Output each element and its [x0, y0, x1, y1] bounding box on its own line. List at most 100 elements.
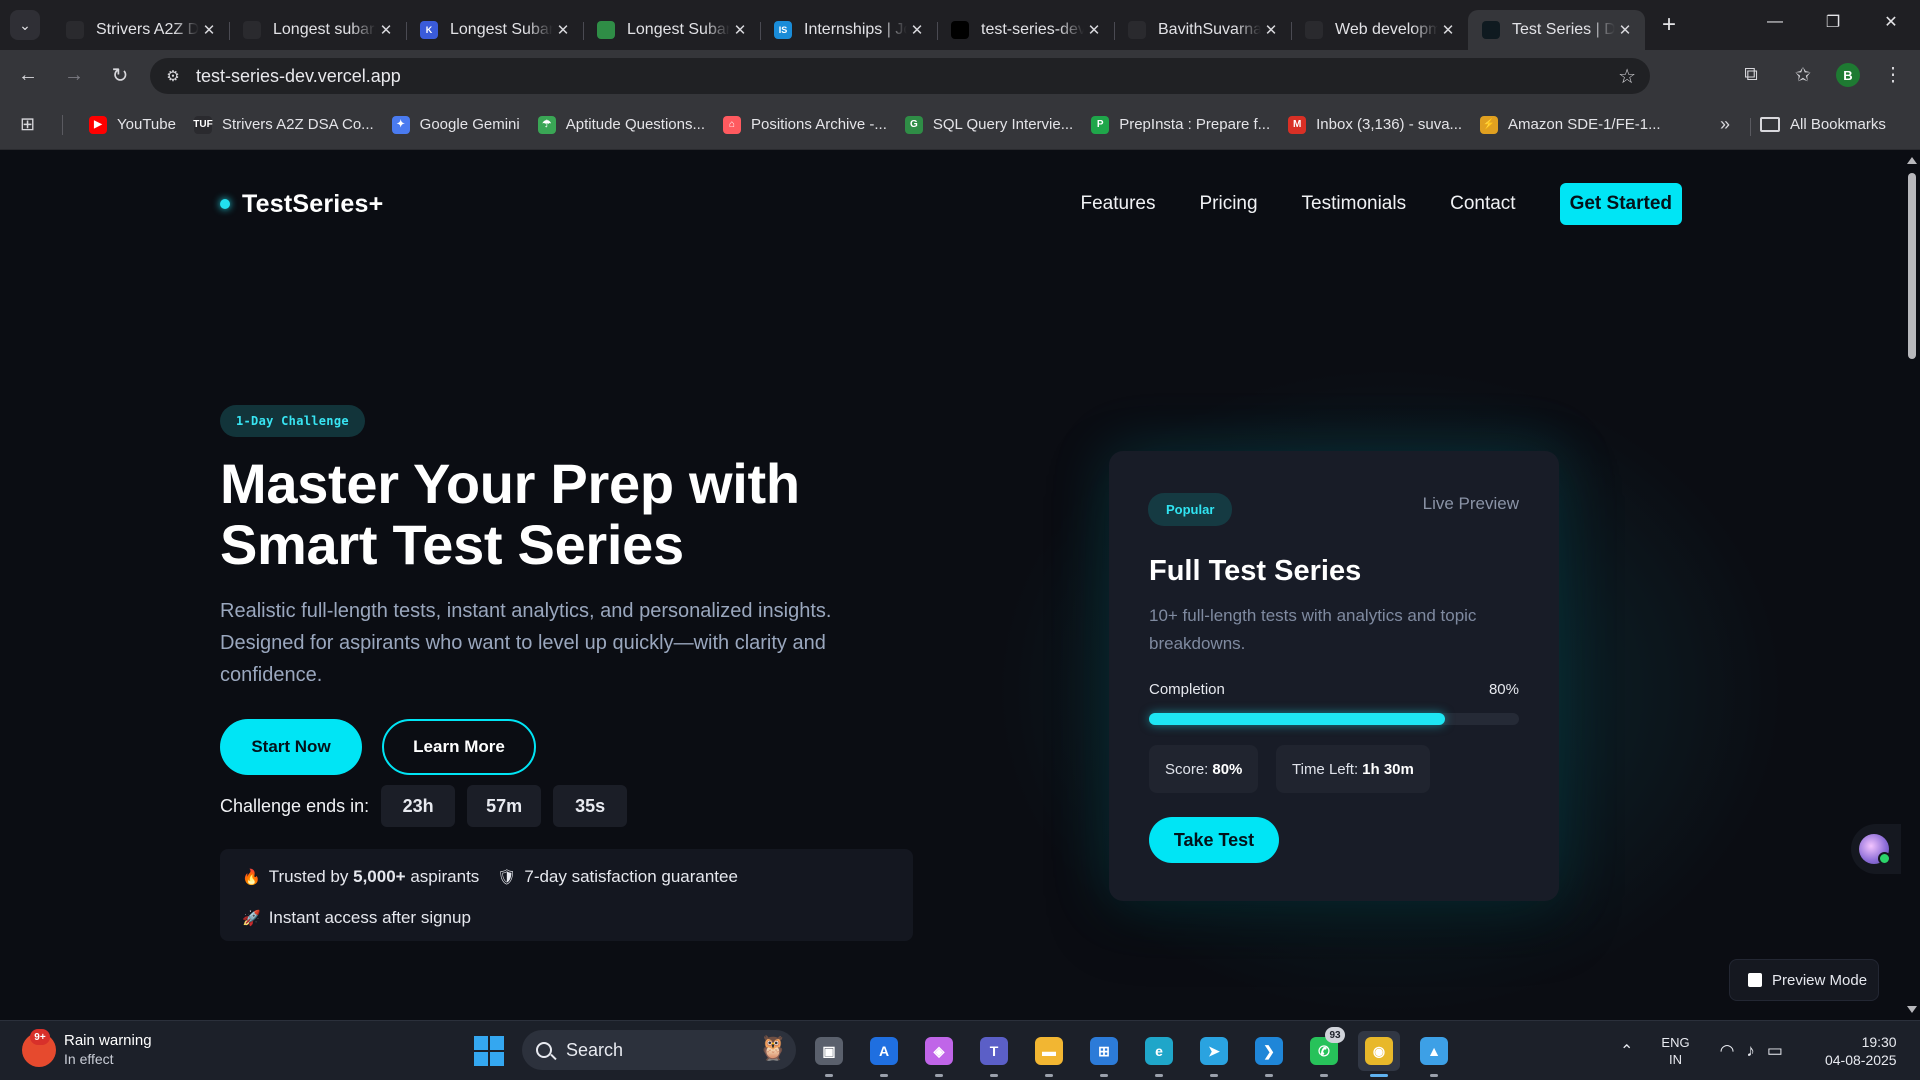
site-logo[interactable]: TestSeries+	[220, 190, 383, 219]
nav-link-contact[interactable]: Contact	[1450, 193, 1515, 215]
wifi-icon[interactable]: ◠	[1720, 1041, 1735, 1061]
minimize-button[interactable]: —	[1746, 0, 1804, 44]
taskbar-apps: ▣ A ◈ T ▬ ⊞ e ➤ ❯ ✆ 93 ◉ ▲	[808, 1027, 1468, 1077]
bookmark-item[interactable]: ⌂ Positions Archive -...	[722, 115, 887, 134]
chrome-taskbar-button[interactable]: ◉	[1358, 1031, 1400, 1077]
nav-link-testimonials[interactable]: Testimonials	[1302, 193, 1407, 215]
bookmark-item[interactable]: ⚡ Amazon SDE-1/FE-1...	[1480, 115, 1661, 134]
gfg-favicon-icon	[597, 21, 615, 39]
browser-tab[interactable]: test-series-dev ✕	[937, 10, 1114, 50]
restore-button[interactable]: ❐	[1804, 0, 1862, 44]
address-bar[interactable]: ⚙ test-series-dev.vercel.app ☆	[150, 58, 1650, 94]
language-indicator[interactable]: ENG IN	[1661, 1034, 1689, 1068]
nav-links: Features Pricing Testimonials Contact Ge…	[1036, 183, 1682, 225]
bookmark-item[interactable]: ▶ YouTube	[89, 115, 176, 134]
url-text[interactable]: test-series-dev.vercel.app	[196, 66, 401, 87]
learn-more-button[interactable]: Learn More	[382, 719, 536, 775]
copilot-taskbar-button[interactable]: ◈	[918, 1031, 960, 1077]
tab-search-button[interactable]: ⌄	[10, 10, 40, 40]
running-indicator	[1265, 1074, 1273, 1077]
tab-close-icon[interactable]: ✕	[199, 21, 219, 39]
bookmark-item[interactable]: G SQL Query Intervie...	[904, 115, 1073, 134]
bookmark-item[interactable]: P PrepInsta : Prepare f...	[1091, 115, 1270, 134]
tab-close-icon[interactable]: ✕	[1615, 21, 1635, 39]
windows-start-icon[interactable]	[474, 1036, 504, 1066]
chat-assistant-button[interactable]	[1851, 824, 1901, 874]
start-now-button[interactable]: Start Now	[220, 719, 362, 775]
chevron-up-icon[interactable]: ⌃	[1620, 1041, 1633, 1061]
browser-tab[interactable]: Strivers A2Z DSA✕	[52, 10, 229, 50]
tuf-favicon-icon	[243, 21, 261, 39]
preview-mode-checkbox[interactable]	[1748, 973, 1762, 987]
close-window-button[interactable]: ✕	[1862, 0, 1920, 44]
window-controls: — ❐ ✕	[1746, 0, 1920, 44]
browser-tab[interactable]: Web development✕	[1291, 10, 1468, 50]
forward-button[interactable]: →	[56, 57, 92, 93]
microsoft-store-taskbar-button[interactable]: ⊞	[1083, 1031, 1125, 1077]
browser-tab[interactable]: BavithSuvarna ✕	[1114, 10, 1291, 50]
tab-close-icon[interactable]: ✕	[907, 21, 927, 39]
new-tab-button[interactable]: +	[1653, 9, 1685, 41]
nav-link-features[interactable]: Features	[1080, 193, 1155, 215]
tab-close-icon[interactable]: ✕	[376, 21, 396, 39]
edge-taskbar-button[interactable]: e	[1138, 1031, 1180, 1077]
extensions-icon[interactable]: ⧉	[1732, 57, 1770, 93]
telegram-taskbar-button[interactable]: ➤	[1193, 1031, 1235, 1077]
bookmark-item[interactable]: ☂ Aptitude Questions...	[537, 115, 705, 134]
browser-tab[interactable]: Longest Subarray✕	[583, 10, 760, 50]
all-bookmarks-button[interactable]: All Bookmarks	[1750, 116, 1886, 136]
whatsapp-taskbar-button[interactable]: ✆ 93	[1303, 1027, 1345, 1077]
tab-close-icon[interactable]: ✕	[1084, 21, 1104, 39]
profile-avatar[interactable]: B	[1836, 63, 1860, 87]
apps-grid-icon[interactable]: ⊞	[20, 114, 48, 135]
more-bookmarks-icon[interactable]: »	[1720, 114, 1730, 135]
page-scrollbar[interactable]	[1904, 151, 1920, 1019]
prepinsta-icon: P	[1091, 115, 1110, 134]
task-view-taskbar-button[interactable]: ▣	[808, 1031, 850, 1077]
battery-icon[interactable]: ▭	[1767, 1041, 1783, 1061]
bookmark-item[interactable]: TUF Strivers A2Z DSA Co...	[193, 115, 374, 134]
teams-taskbar-button[interactable]: T	[973, 1031, 1015, 1077]
tab-close-icon[interactable]: ✕	[730, 21, 750, 39]
hero-description: Realistic full-length tests, instant ana…	[220, 600, 832, 686]
weather-widget[interactable]: 9+ Rain warning In effect	[22, 1029, 152, 1069]
tab-title: Internships | Jobs	[804, 21, 907, 38]
bookmark-star-icon[interactable]: ☆	[1618, 64, 1636, 89]
preview-mode-toggle[interactable]: Preview Mode	[1729, 959, 1879, 1001]
taskbar-search[interactable]: Search 🦉	[522, 1030, 796, 1070]
scroll-thumb[interactable]	[1908, 173, 1916, 359]
take-test-button[interactable]: Take Test	[1149, 817, 1279, 863]
scroll-up-arrow-icon[interactable]	[1907, 157, 1917, 164]
bookmark-label: YouTube	[117, 116, 176, 133]
countdown-seconds: 35s	[553, 785, 628, 827]
browser-tab[interactable]: K Longest Subarray✕	[406, 10, 583, 50]
bookmarks-panel-icon[interactable]: ✩	[1784, 57, 1822, 93]
volume-icon[interactable]: ♪	[1746, 1041, 1755, 1061]
bookmark-label: Inbox (3,136) - suva...	[1316, 116, 1463, 133]
browser-tab[interactable]: Test Series | Dev✕	[1468, 10, 1645, 50]
tab-close-icon[interactable]: ✕	[553, 21, 573, 39]
get-started-button[interactable]: Get Started	[1559, 183, 1682, 225]
bookmark-item[interactable]: M Inbox (3,136) - suva...	[1288, 115, 1463, 134]
browser-tab[interactable]: Longest subarray✕	[229, 10, 406, 50]
tray-icons: ◠ ♪ ▭	[1720, 1041, 1795, 1061]
scroll-down-arrow-icon[interactable]	[1907, 1006, 1917, 1013]
azure-taskbar-button[interactable]: A	[863, 1031, 905, 1077]
browser-tab[interactable]: IS Internships | Jobs✕	[760, 10, 937, 50]
reload-button[interactable]: ↻	[102, 57, 138, 93]
site-info-icon[interactable]: ⚙	[160, 63, 186, 89]
vscode-taskbar-button[interactable]: ❯	[1248, 1031, 1290, 1077]
photos-taskbar-button[interactable]: ▲	[1413, 1031, 1455, 1077]
time-left-stat: Time Left: 1h 30m	[1276, 745, 1430, 793]
menu-dots-icon[interactable]: ⋮	[1874, 57, 1912, 93]
clock[interactable]: 19:30 04-08-2025	[1825, 1033, 1897, 1069]
tab-close-icon[interactable]: ✕	[1438, 21, 1458, 39]
file-explorer-taskbar-button[interactable]: ▬	[1028, 1031, 1070, 1077]
instant-access-item: 🚀 Instant access after signup	[242, 908, 471, 928]
nav-link-pricing[interactable]: Pricing	[1199, 193, 1257, 215]
IS-favicon-icon: IS	[774, 21, 792, 39]
tab-close-icon[interactable]: ✕	[1261, 21, 1281, 39]
bookmark-item[interactable]: ✦ Google Gemini	[391, 115, 520, 134]
edge-icon: e	[1145, 1037, 1173, 1065]
back-button[interactable]: ←	[10, 57, 46, 93]
